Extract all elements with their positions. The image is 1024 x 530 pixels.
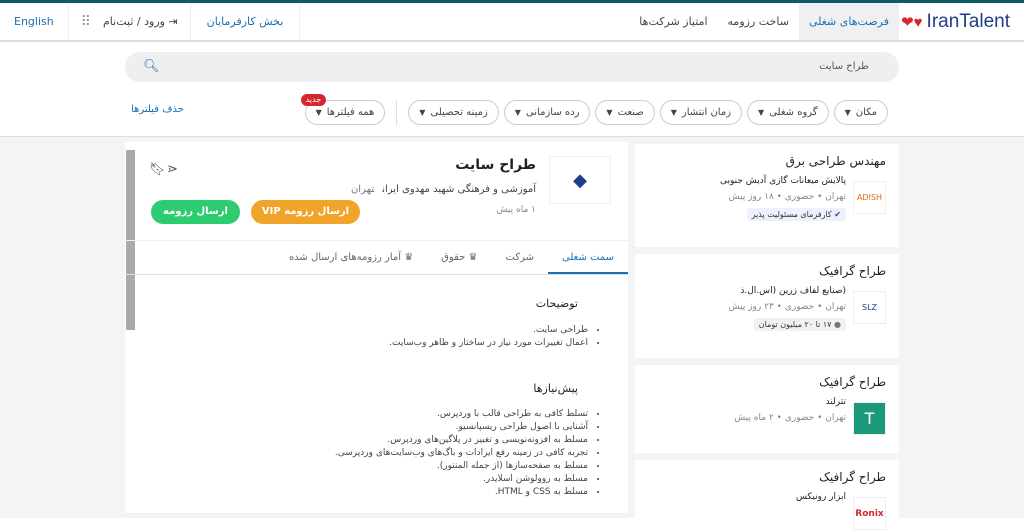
requirements-list: تسلط کافی به طراحی قالب با وردپرس. آشنای… <box>335 408 588 499</box>
search-icon[interactable]: 🔍︎ <box>143 52 160 82</box>
nav-build-resume[interactable]: ساخت رزومه <box>718 3 799 40</box>
list-item: مسلط به CSS و HTML. <box>335 486 588 499</box>
job-detail-panel: ◆ طراح سایت آموزشی و فرهنگی شهید مهدوی ا… <box>125 142 628 513</box>
new-badge: جدید <box>300 94 327 106</box>
login-label: ورود / ثبت‌نام <box>103 15 165 28</box>
list-item: تجربه کافی در زمینه رفع ایرادات و باگ‌ها… <box>335 447 588 460</box>
list-item: طراحی سایت. <box>389 324 588 337</box>
verified-icon: ✔ <box>834 210 841 219</box>
employers-link[interactable]: بخش کارفرمایان <box>191 3 301 40</box>
description-list: طراحی سایت. اعمال تغییرات مورد نیاز در س… <box>389 324 588 350</box>
divider <box>396 100 398 125</box>
job-card-company: پالایش میعانات گازی آدیش جنوبی <box>720 176 846 186</box>
job-card-meta: تهران • حضوری • ۱۸ روز پیش <box>728 192 846 202</box>
posted-time: ۱ ماه پیش <box>496 205 536 215</box>
login-link[interactable]: ورود / ثبت‌نام ⇥ <box>99 3 191 40</box>
job-card-meta: تهران • حضوری • ۲۳ روز پیش <box>728 302 846 312</box>
job-card-title: طراح گرافیک <box>819 264 886 278</box>
list-item: مسلط به روولوشن اسلایدر. <box>335 473 588 486</box>
job-card-company: تترلند <box>825 397 846 407</box>
tab-salary[interactable]: ♛ حقوق <box>427 241 491 274</box>
money-icon: ● <box>834 320 841 329</box>
header: ❤♥ IranTalent فرصت‌های شغلی ساخت رزومه ام… <box>0 3 1024 42</box>
list-item: آشنایی با اصول طراحی ریسپانسیو. <box>335 421 588 434</box>
chevron-down-icon: ▼ <box>419 108 426 117</box>
job-card-title: طراح گرافیک <box>819 375 886 389</box>
search-value: طراح سایت <box>819 61 869 72</box>
filter-education[interactable]: زمینه تحصیلی▼ <box>408 100 499 125</box>
company-name[interactable]: آموزشی و فرهنگی شهید مهدوی ایران <box>382 184 536 195</box>
company-logo: SLZ <box>853 291 886 324</box>
job-card[interactable]: طراح گرافیک T تترلند تهران • حضوری • ۲ م… <box>635 365 899 453</box>
chevron-down-icon: ▼ <box>758 108 765 117</box>
chevron-down-icon: ▼ <box>670 108 677 117</box>
job-card[interactable]: طراح گرافیک Ronix ابزار رونیکس <box>635 460 899 530</box>
job-card-title: طراح گرافیک <box>819 470 886 484</box>
requirements-heading: پیش‌نیازها <box>533 382 578 395</box>
company-logo: Ronix <box>853 497 886 530</box>
description-heading: توضیحات <box>535 297 578 310</box>
nav-jobs[interactable]: فرصت‌های شغلی <box>798 3 899 40</box>
all-filters-button[interactable]: همه فیلترها▼ جدید <box>300 94 386 125</box>
irantalent-logo[interactable]: ❤♥ IranTalent <box>901 11 1010 33</box>
tab-resume-stats[interactable]: ♛ آمار رزومه‌های ارسال شده <box>275 241 427 274</box>
job-title: طراح سایت <box>455 157 536 173</box>
filter-job-group[interactable]: گروه شغلی▼ <box>747 100 829 125</box>
search-input[interactable]: طراح سایت 🔍︎ <box>125 52 899 82</box>
job-card[interactable]: طراح گرافیک SLZ (صنایع لفاف زرین (اس.ال.… <box>635 254 899 358</box>
logo-mark-icon: ❤♥ <box>901 14 923 31</box>
chevron-down-icon: ▼ <box>844 108 851 117</box>
tab-position[interactable]: سمت شغلی <box>547 241 628 274</box>
job-card-meta: تهران • حضوری • ۲ ماه پیش <box>734 413 846 423</box>
clear-filters-link[interactable]: حذف فیلترها <box>131 104 184 115</box>
logo-text: IranTalent <box>926 11 1010 32</box>
filter-level[interactable]: رده سازمانی▼ <box>503 100 591 125</box>
job-card-company: (صنایع لفاف زرین (اس.ال.ذ <box>740 286 846 296</box>
job-card-company: ابزار رونیکس <box>795 492 846 502</box>
login-icon: ⇥ <box>168 15 178 28</box>
responsible-employer-badge: ✔ کارفرمای مسئولیت پذیر <box>746 208 846 221</box>
company-logo: ADISH <box>853 181 886 214</box>
apps-grid-icon[interactable]: ⠿ <box>69 14 99 30</box>
share-icon[interactable]: ⋖ <box>167 162 178 177</box>
list-item: اعمال تغییرات مورد نیاز در ساختار و ظاهر… <box>389 337 588 350</box>
company-logo: ◆ <box>549 156 611 204</box>
bookmark-icon[interactable]: 🔖︎ <box>149 162 166 177</box>
send-vip-resume-button[interactable]: ارسال رزومه VIP <box>251 200 360 224</box>
list-item: مسلط به صفحه‌سازها (از جمله المنتور). <box>335 460 588 473</box>
list-item: مسلط به افزونه‌نویسی و تغییر در پلاگین‌ه… <box>335 434 588 447</box>
filter-industry[interactable]: صنعت▼ <box>595 100 655 125</box>
chevron-down-icon: ▼ <box>514 108 521 117</box>
tab-company[interactable]: شرکت <box>492 241 548 274</box>
filter-location[interactable]: مکان▼ <box>833 100 888 125</box>
job-city: تهران <box>350 184 375 195</box>
chevron-down-icon: ▼ <box>315 108 322 117</box>
job-card[interactable]: مهندس طراحی برق ADISH پالایش میعانات گاز… <box>635 144 899 247</box>
salary-badge: ● ۱۷ تا ۲۰ میلیون تومان <box>753 318 846 331</box>
nav-company-ratings[interactable]: امتیاز شرکت‌ها <box>629 3 717 40</box>
filter-bar: مکان▼ گروه شغلی▼ زمان انتشار▼ صنعت▼ رده … <box>300 94 888 125</box>
job-card-title: مهندس طراحی برق <box>785 154 886 168</box>
list-item: تسلط کافی به طراحی قالب با وردپرس. <box>335 408 588 421</box>
english-link[interactable]: English <box>0 3 69 40</box>
send-resume-button[interactable]: ارسال رزومه <box>151 200 240 224</box>
filter-publish-time[interactable]: زمان انتشار▼ <box>659 100 743 125</box>
chevron-down-icon: ▼ <box>606 108 613 117</box>
job-tabs: سمت شغلی شرکت ♛ حقوق ♛ آمار رزومه‌های ار… <box>125 240 628 275</box>
main-nav: فرصت‌های شغلی ساخت رزومه امتیاز شرکت‌ها <box>629 3 899 40</box>
company-logo: T <box>853 402 886 435</box>
